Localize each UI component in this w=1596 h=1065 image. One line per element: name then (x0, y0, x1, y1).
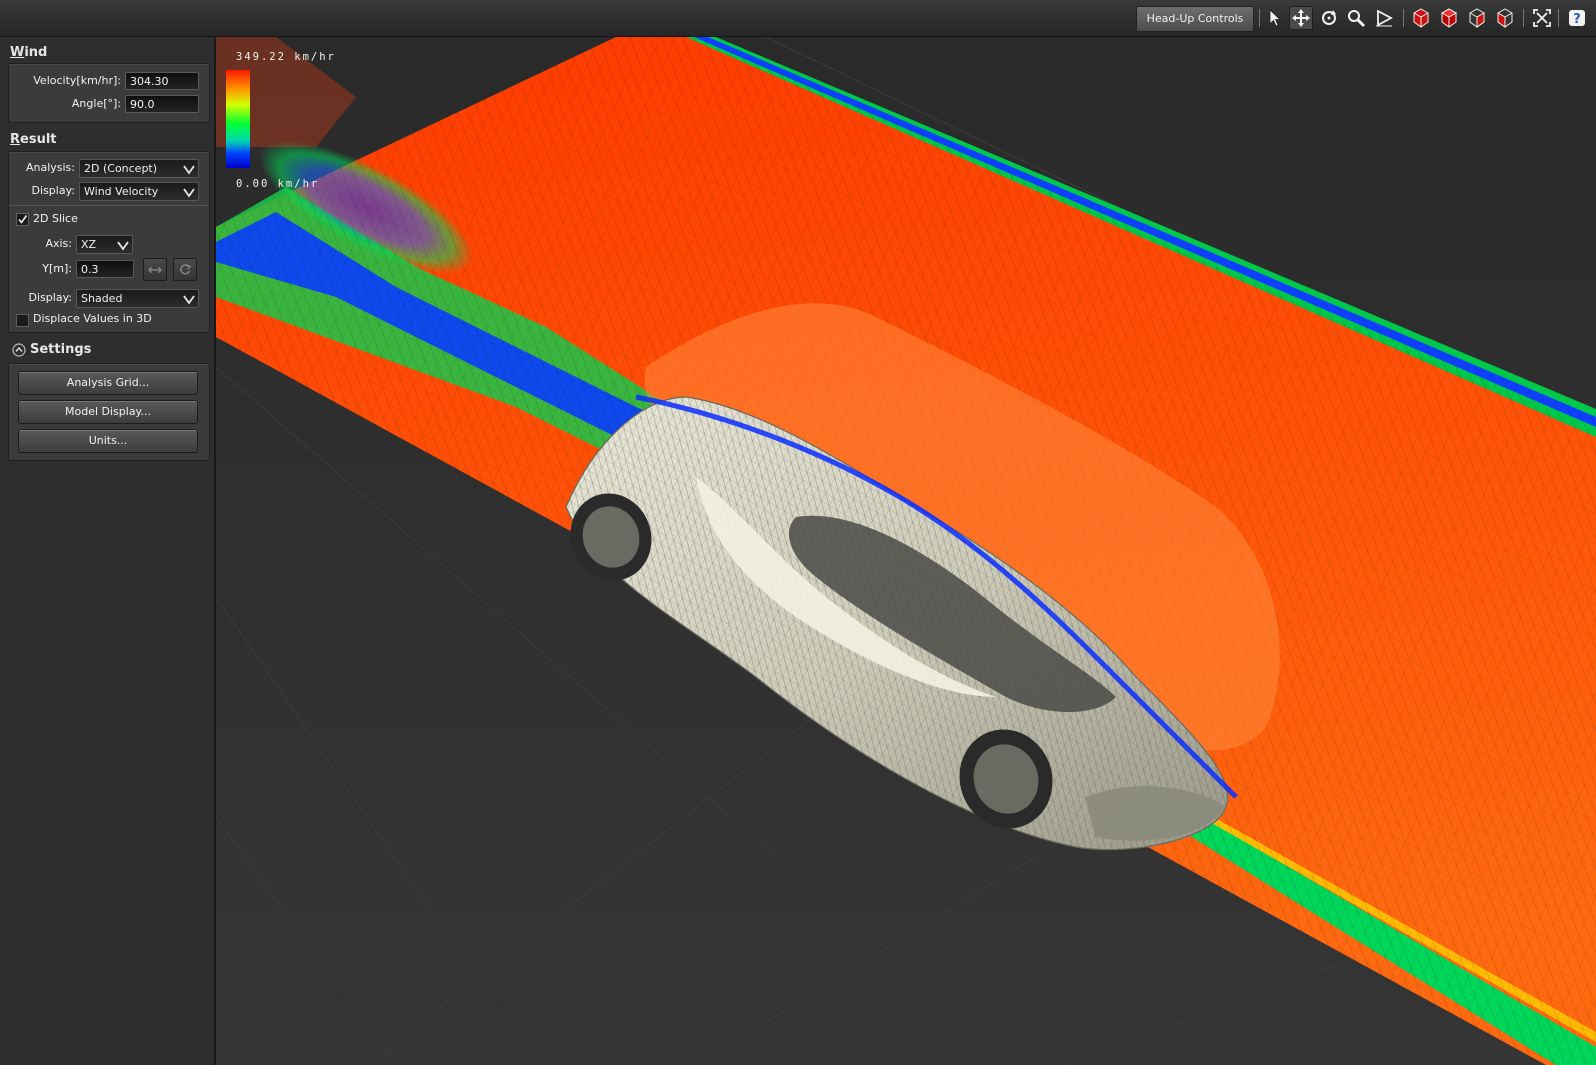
help-icon[interactable]: ? (1565, 6, 1589, 30)
chevron-down-icon (183, 188, 195, 198)
zoom-icon[interactable] (1344, 6, 1368, 30)
wind-section-title: Wind (10, 45, 48, 60)
legend-max-label: 349.22 km/hr (236, 51, 336, 63)
legend-color-bar (226, 70, 250, 168)
toolbar-separator (1259, 9, 1260, 27)
chevron-down-icon (183, 295, 195, 305)
legend-min-label: 0.00 km/hr (236, 178, 320, 190)
top-toolbar: Head-Up Controls ? (0, 0, 1596, 37)
y-label: Y[m]: (42, 262, 72, 275)
result-panel: Analysis: 2D (Concept) Display: Wind Vel… (8, 151, 210, 333)
view-cube-side-icon[interactable] (1465, 6, 1489, 30)
display-dropdown-value: Wind Velocity (84, 185, 159, 198)
view-cube-front-icon[interactable] (1409, 6, 1433, 30)
select-arrow-icon[interactable] (1262, 6, 1286, 30)
rotate-icon[interactable] (1317, 6, 1341, 30)
axis-dropdown-value: XZ (81, 238, 97, 251)
display-mode-label: Display: (28, 291, 72, 304)
chevron-down-icon (183, 165, 195, 175)
settings-section-title: Settings (30, 342, 92, 357)
toolbar-separator (1523, 9, 1524, 27)
display-mode-dropdown-value: Shaded (81, 292, 123, 305)
axis-label: Axis: (45, 237, 72, 250)
view-cube-iso-icon[interactable] (1493, 6, 1517, 30)
view-cube-top-icon[interactable] (1437, 6, 1461, 30)
refresh-icon (180, 263, 192, 274)
analysis-dropdown-value: 2D (Concept) (84, 162, 158, 175)
y-field[interactable]: 0.3 (76, 260, 134, 278)
units-button[interactable]: Units... (18, 429, 198, 453)
angle-label: Angle[°]: (71, 97, 121, 110)
velocity-label: Velocity[km/hr]: (33, 74, 121, 87)
display-label: Display: (31, 184, 75, 197)
svg-text:?: ? (1573, 12, 1581, 27)
velocity-field[interactable]: 304.30 (125, 72, 199, 90)
analysis-label: Analysis: (25, 161, 75, 174)
flip-slice-button[interactable] (143, 258, 167, 281)
wind-panel: Velocity[km/hr]: 304.30 Angle[°]: 90.0 (8, 63, 210, 123)
displace-values-checkbox[interactable] (16, 314, 29, 327)
pan-icon[interactable] (1289, 6, 1313, 30)
display-mode-dropdown[interactable]: Shaded (76, 289, 199, 308)
settings-panel: Analysis Grid... Model Display... Units.… (8, 363, 210, 461)
checkmark-icon (18, 215, 28, 224)
play-icon[interactable] (1372, 6, 1396, 30)
reset-slice-button[interactable] (173, 258, 197, 281)
collapse-icon[interactable] (12, 343, 26, 357)
analysis-grid-button[interactable]: Analysis Grid... (18, 371, 198, 395)
axis-dropdown[interactable]: XZ (76, 235, 133, 254)
chevron-down-icon (117, 241, 129, 251)
viewport-scene (216, 37, 1596, 1065)
displace-values-label: Displace Values in 3D (33, 312, 152, 325)
analysis-dropdown[interactable]: 2D (Concept) (79, 159, 199, 178)
fit-view-icon[interactable] (1530, 6, 1554, 30)
2d-slice-label: 2D Slice (33, 212, 78, 225)
head-up-controls-button[interactable]: Head-Up Controls (1136, 6, 1254, 32)
toolbar-separator (1403, 9, 1404, 27)
divider (9, 205, 209, 206)
model-display-button[interactable]: Model Display... (18, 400, 198, 424)
toolbar-separator (1558, 9, 1559, 27)
result-section-title: Result (10, 132, 57, 147)
sidebar: Wind Velocity[km/hr]: 304.30 Angle[°]: 9… (0, 37, 216, 1065)
3d-viewport[interactable] (216, 37, 1596, 1065)
flip-arrows-icon (148, 266, 162, 273)
2d-slice-checkbox[interactable] (16, 213, 29, 226)
display-dropdown[interactable]: Wind Velocity (79, 182, 199, 201)
angle-field[interactable]: 90.0 (125, 95, 199, 113)
